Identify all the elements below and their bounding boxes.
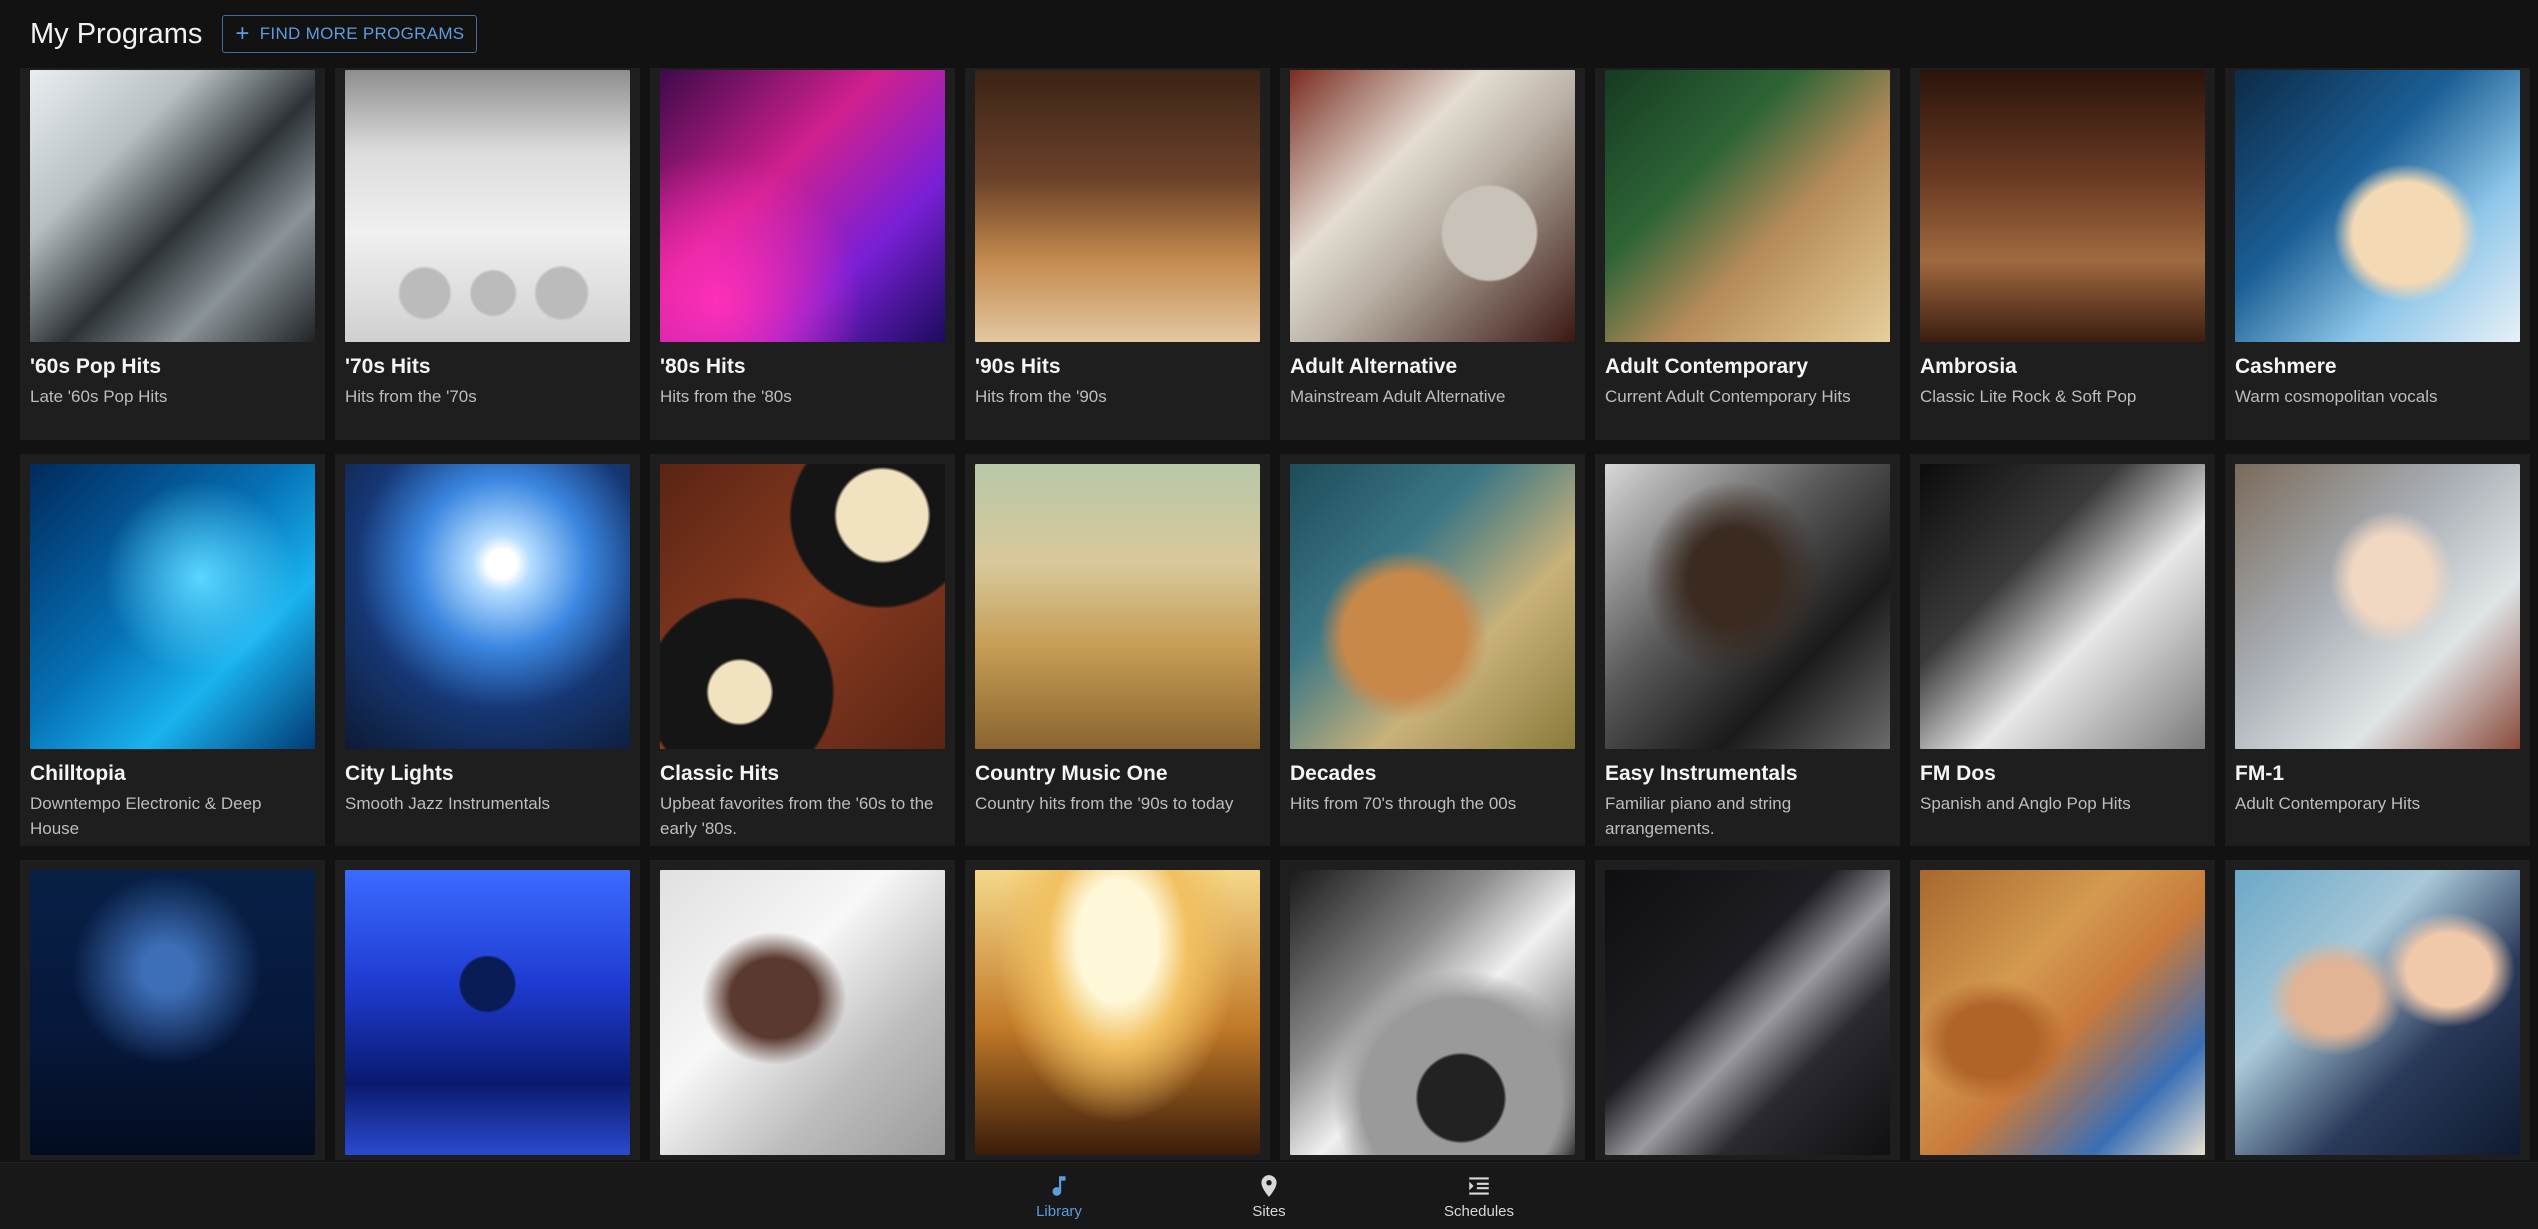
program-subtitle: Hits from the '90s: [975, 387, 1107, 406]
map-pin-icon: [1261, 1174, 1277, 1197]
nav-sites[interactable]: Sites: [1164, 1163, 1374, 1229]
program-subtitle: Familiar piano and string arrangements.: [1605, 794, 1792, 838]
programs-row: Chilltopia Downtempo Electronic & Deep Ho…: [20, 454, 2530, 846]
program-artwork: [30, 70, 315, 342]
programs-row: [20, 860, 2530, 1160]
program-card[interactable]: FM-1 Adult Contemporary Hits: [2225, 454, 2530, 846]
program-card[interactable]: [2225, 860, 2530, 1160]
schedule-list-icon: [1469, 1176, 1489, 1195]
program-card[interactable]: '70s Hits Hits from the '70s: [335, 68, 640, 440]
program-subtitle: Downtempo Electronic & Deep House: [30, 794, 262, 838]
program-card[interactable]: [1910, 860, 2215, 1160]
program-subtitle: Spanish and Anglo Pop Hits: [1920, 794, 2131, 813]
program-card[interactable]: City Lights Smooth Jazz Instrumentals: [335, 454, 640, 846]
program-card[interactable]: [1595, 860, 1900, 1160]
program-artwork: [345, 870, 630, 1155]
program-artwork: [660, 70, 945, 342]
programs-grid: '60s Pop Hits Late '60s Pop Hits '70s Hit…: [20, 68, 2530, 1162]
program-artwork: [1290, 464, 1575, 749]
program-card[interactable]: '90s Hits Hits from the '90s: [965, 68, 1270, 440]
program-title: Ambrosia: [1920, 355, 2017, 378]
program-artwork: [1920, 870, 2205, 1155]
program-artwork: [2235, 464, 2520, 749]
program-artwork: [1605, 464, 1890, 749]
program-title: '90s Hits: [975, 355, 1061, 378]
program-title: '80s Hits: [660, 355, 746, 378]
program-card[interactable]: Country Music One Country hits from the '…: [965, 454, 1270, 846]
program-subtitle: Classic Lite Rock & Soft Pop: [1920, 387, 2137, 406]
program-card[interactable]: [965, 860, 1270, 1160]
program-card[interactable]: Decades Hits from 70's through the 00s: [1280, 454, 1585, 846]
program-title: FM Dos: [1920, 762, 1996, 785]
nav-schedules[interactable]: Schedules: [1374, 1163, 1584, 1229]
find-more-programs-label: FIND MORE PROGRAMS: [259, 24, 465, 43]
program-title: Cashmere: [2235, 355, 2337, 378]
program-card[interactable]: Ambrosia Classic Lite Rock & Soft Pop: [1910, 68, 2215, 440]
page-title: My Programs: [30, 17, 203, 50]
program-artwork: [1290, 70, 1575, 342]
nav-label: Library: [1036, 1202, 1082, 1220]
program-title: Decades: [1290, 762, 1377, 785]
program-title: Easy Instrumentals: [1605, 762, 1798, 785]
program-subtitle: Mainstream Adult Alternative: [1290, 387, 1506, 406]
program-artwork: [975, 870, 1260, 1155]
program-title: Adult Contemporary: [1605, 355, 1809, 378]
program-card[interactable]: [335, 860, 640, 1160]
program-card[interactable]: [20, 860, 325, 1160]
program-card[interactable]: Easy Instrumentals Familiar piano and str…: [1595, 454, 1900, 846]
plus-icon: +: [235, 20, 250, 47]
program-title: Classic Hits: [660, 762, 780, 785]
program-artwork: [30, 464, 315, 749]
program-artwork: [1605, 870, 1890, 1155]
find-more-programs-button[interactable]: + FIND MORE PROGRAMS: [222, 15, 478, 53]
nav-label: Sites: [1252, 1202, 1286, 1220]
header: My Programs + FIND MORE PROGRAMS: [0, 0, 2538, 68]
program-artwork: [1290, 870, 1575, 1155]
program-artwork: [30, 870, 315, 1155]
program-subtitle: Current Adult Contemporary Hits: [1605, 387, 1851, 406]
program-subtitle: Adult Contemporary Hits: [2235, 794, 2421, 813]
program-title: FM-1: [2235, 762, 2284, 785]
program-subtitle: Hits from the '80s: [660, 387, 792, 406]
bottom-navigation: Library Sites Schedules: [0, 1162, 2538, 1229]
program-card[interactable]: Cashmere Warm cosmopolitan vocals: [2225, 68, 2530, 440]
program-card[interactable]: [1280, 860, 1585, 1160]
program-artwork: [345, 70, 630, 342]
nav-label: Schedules: [1443, 1202, 1515, 1220]
program-artwork: [2235, 870, 2520, 1155]
program-artwork: [660, 870, 945, 1155]
program-subtitle: Country hits from the '90s to today: [975, 794, 1234, 813]
program-artwork: [1920, 464, 2205, 749]
program-card[interactable]: Classic Hits Upbeat favorites from the '6…: [650, 454, 955, 846]
program-card[interactable]: [650, 860, 955, 1160]
program-title: '60s Pop Hits: [30, 355, 162, 378]
program-artwork: [345, 464, 630, 749]
program-card[interactable]: Adult Alternative Mainstream Adult Altern…: [1280, 68, 1585, 440]
program-card[interactable]: '80s Hits Hits from the '80s: [650, 68, 955, 440]
program-artwork: [660, 464, 945, 749]
program-subtitle: Hits from the '70s: [345, 387, 477, 406]
programs-row: '60s Pop Hits Late '60s Pop Hits '70s Hit…: [20, 68, 2530, 440]
program-title: Chilltopia: [30, 762, 126, 785]
program-subtitle: Late '60s Pop Hits: [30, 387, 168, 406]
program-card[interactable]: Adult Contemporary Current Adult Contempo…: [1595, 68, 1900, 440]
program-subtitle: Warm cosmopolitan vocals: [2235, 387, 2438, 406]
program-artwork: [1605, 70, 1890, 342]
program-title: Adult Alternative: [1290, 355, 1458, 378]
program-artwork: [975, 70, 1260, 342]
program-artwork: [1920, 70, 2205, 342]
program-subtitle: Hits from 70's through the 00s: [1290, 794, 1517, 813]
program-subtitle: Upbeat favorites from the '60s to the ea…: [660, 794, 934, 838]
program-title: City Lights: [345, 762, 454, 785]
program-artwork: [975, 464, 1260, 749]
music-note-icon: [1052, 1175, 1066, 1196]
program-artwork: [2235, 70, 2520, 342]
program-title: '70s Hits: [345, 355, 431, 378]
nav-library[interactable]: Library: [954, 1163, 1164, 1229]
program-subtitle: Smooth Jazz Instrumentals: [345, 794, 551, 813]
program-card[interactable]: Chilltopia Downtempo Electronic & Deep Ho…: [20, 454, 325, 846]
program-card[interactable]: FM Dos Spanish and Anglo Pop Hits: [1910, 454, 2215, 846]
program-title: Country Music One: [975, 762, 1168, 785]
program-card[interactable]: '60s Pop Hits Late '60s Pop Hits: [20, 68, 325, 440]
